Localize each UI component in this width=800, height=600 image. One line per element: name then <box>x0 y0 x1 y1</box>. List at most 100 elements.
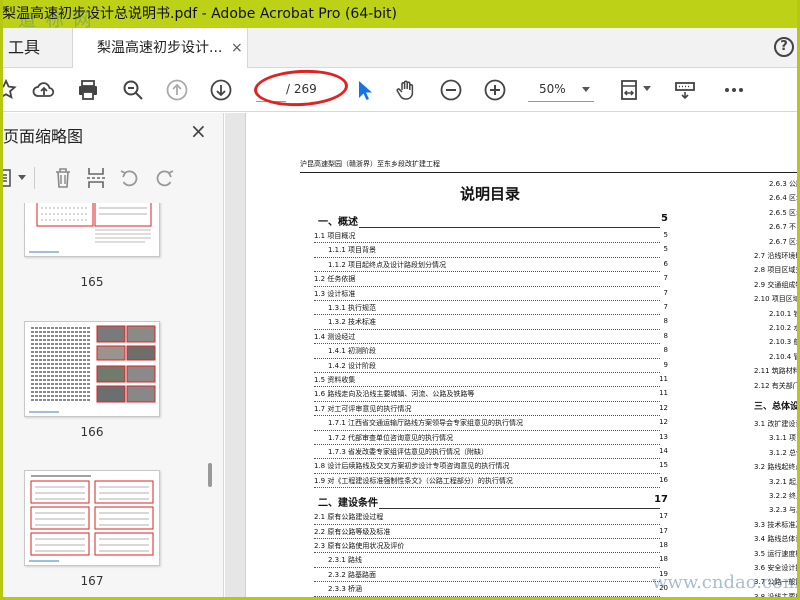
more-options-icon[interactable] <box>722 78 746 102</box>
document-view[interactable]: 沪昆高速梨园（赣浙界）至东乡段改扩建工程 说明目录 一、概述 5 1.1 项目概况 5… <box>225 113 800 600</box>
toc-entry-page: 17 <box>653 494 668 506</box>
tab-tools[interactable]: 工具 <box>8 28 40 68</box>
toc-entry[interactable]: 1.1.2 项目起终点及设计路段划分情况 6 <box>314 259 668 274</box>
toc-entry-label: 2.2 原有公路等级及标准 <box>314 526 392 537</box>
toc-entry[interactable]: 3.1.2 总体设 <box>769 448 800 458</box>
page-options-chevron-icon[interactable] <box>18 175 26 181</box>
toc-entry[interactable]: 2.10.2 水路 <box>769 323 800 333</box>
toc-entry-page: 8 <box>662 346 668 355</box>
help-icon[interactable]: ? <box>774 37 794 57</box>
toc-entry[interactable]: 1.4 测设经过 8 <box>314 331 668 346</box>
toc-entry[interactable]: 2.3.2 路基路面 19 <box>314 569 668 584</box>
toc-leader <box>314 458 660 460</box>
rotate-left-icon[interactable] <box>119 167 141 189</box>
zoom-in-icon[interactable] <box>483 78 507 102</box>
toc-entry[interactable]: 1.6 路线走向及沿线主要城镇、河流、公路及铁路等 11 <box>314 389 668 403</box>
toc-entry[interactable]: 3.7 公路一般路段 <box>754 577 800 587</box>
toc-entry[interactable]: 3.6 安全设计措施 <box>754 563 800 573</box>
toc-entry[interactable]: 3.1.1 项目 <box>769 433 800 443</box>
thumbnail-page-165[interactable] <box>24 203 160 257</box>
toc-leader <box>314 595 660 597</box>
page-number-input[interactable] <box>256 76 286 102</box>
toc-entry[interactable]: 1.8 设计后续路线及交叉方案初步设计专项咨询意见的执行情况 15 <box>314 461 668 475</box>
zoom-search-icon[interactable] <box>121 78 145 102</box>
toc-section[interactable]: 三、总体设 <box>754 399 799 412</box>
thumbnail-label: 167 <box>80 574 104 588</box>
toc-entry[interactable]: 2.10.1 铁路 <box>769 309 800 319</box>
document-page: 沪昆高速梨园（赣浙界）至东乡段改扩建工程 说明目录 一、概述 5 1.1 项目概况 5… <box>245 113 800 600</box>
toc-entry[interactable]: 2.10 项目区域铁 <box>754 294 800 304</box>
toc-entry[interactable]: 1.4.2 设计阶段 9 <box>314 360 668 375</box>
toc-leader <box>314 242 660 244</box>
toc-entry[interactable]: 2.6.5 区域水 <box>769 208 800 218</box>
toc-entry[interactable]: 3.2.2 终点 <box>769 491 800 501</box>
window-title: 梨温高速初步设计总说明书.pdf - Adobe Acrobat Pro (64… <box>0 0 800 28</box>
zoom-out-icon[interactable] <box>439 78 463 102</box>
toc-entry[interactable]: 3.5 运行速度检验 <box>754 549 800 559</box>
toc-entry[interactable]: 1.3.2 技术标准 8 <box>314 317 668 331</box>
cloud-upload-icon[interactable] <box>32 78 56 102</box>
page-fit-chevron-icon[interactable] <box>643 86 651 92</box>
rotate-right-icon[interactable] <box>153 167 175 189</box>
toc-entry[interactable]: 2.2 原有公路等级及标准 17 <box>314 526 668 541</box>
keyboard-scroll-icon[interactable] <box>673 78 697 102</box>
toc-entry[interactable]: 2.1 原有公路建设过程 17 <box>314 512 668 526</box>
tab-close-icon[interactable]: × <box>231 28 243 68</box>
toc-leader <box>314 314 660 316</box>
page-options-icon[interactable] <box>0 167 18 189</box>
toc-entry[interactable]: 1.5 资料收集 11 <box>314 375 668 389</box>
thumbnail-page-167[interactable] <box>24 470 160 566</box>
toc-entry[interactable]: 1.7.2 代部审查单位咨询意见的执行情况 13 <box>314 432 668 447</box>
toc-entry[interactable]: 2.3.1 路线 18 <box>314 555 668 569</box>
toc-entry[interactable]: 2.8 项目区域交 <box>754 265 800 275</box>
toc-entry[interactable]: 3.4 路线总体设计 <box>754 534 800 544</box>
toc-entry[interactable]: 1.7.1 江西省交通运输厅路线方案领导会专家组意见的执行情况 12 <box>314 418 668 432</box>
toc-entry[interactable]: 3.3 技术标准及主 <box>754 520 800 530</box>
extract-pages-icon[interactable] <box>85 166 107 190</box>
previous-page-icon[interactable] <box>165 78 189 102</box>
toc-entry[interactable]: 2.7 沿线环境敏 <box>754 251 800 261</box>
print-icon[interactable] <box>76 78 100 102</box>
document-header: 沪昆高速梨园（赣浙界）至东乡段改扩建工程 <box>300 159 800 173</box>
toc-entry[interactable]: 2.9 交通组成特 <box>754 280 800 290</box>
next-page-icon[interactable] <box>209 78 233 102</box>
select-cursor-icon[interactable] <box>352 78 376 102</box>
toc-entry[interactable]: 2.10.4 管道 <box>769 352 800 362</box>
hand-tool-icon[interactable] <box>394 78 418 102</box>
toc-section[interactable]: 一、概述 5 <box>318 213 668 231</box>
toc-entry[interactable]: 2.6.7 区域工 <box>769 237 800 247</box>
toc-entry[interactable]: 1.2 任务依据 7 <box>314 274 668 288</box>
thumbnail-scrollbar[interactable] <box>208 463 212 487</box>
toc-entry[interactable]: 2.3 原有公路使用状况及评价 18 <box>314 541 668 555</box>
toc-entry[interactable]: 1.1 项目概况 5 <box>314 231 668 245</box>
toc-entry[interactable]: 1.9 对《工程建设标准强制性条文》（公路工程部分）的执行情况 16 <box>314 475 668 490</box>
toc-entry[interactable]: 3.2 路线起终点 <box>754 462 800 472</box>
toc-entry[interactable]: 1.7 对工可评审意见的执行情况 12 <box>314 403 668 418</box>
toc-entry[interactable]: 1.4.1 初测阶段 8 <box>314 346 668 360</box>
toc-section[interactable]: 二、建设条件 17 <box>318 494 668 512</box>
toc-entry[interactable]: 2.10.3 航空 <box>769 337 800 347</box>
toc-entry[interactable]: 2.6.4 区域地 <box>769 193 800 203</box>
toc-entry[interactable]: 2.12 有关部门对 <box>754 381 800 391</box>
delete-icon[interactable] <box>52 166 74 190</box>
toc-entry[interactable]: 1.3.1 执行规范 7 <box>314 303 668 317</box>
toc-entry[interactable]: 2.6.3 公路自 <box>769 179 800 189</box>
thumbnail-page-166[interactable] <box>24 321 160 417</box>
zoom-level-select[interactable]: 50% <box>528 76 594 102</box>
star-icon[interactable] <box>0 78 18 102</box>
toc-entry[interactable]: 3.8 沿线主要桥 <box>754 592 800 600</box>
toc-entry[interactable]: 1.3 设计标准 7 <box>314 288 668 303</box>
toc-entry[interactable]: 2.3.3 桥涵 20 <box>314 584 668 598</box>
toc-entry[interactable]: 3.1 改扩建设计原 <box>754 419 800 429</box>
toc-entry[interactable]: 1.1.1 项目背景 5 <box>314 245 668 259</box>
toc-entry[interactable]: 3.2.3 与其它 <box>769 505 800 515</box>
toc-entry[interactable]: 1.7.3 省发改委专家组评估意见的执行情况（附缺） 14 <box>314 447 668 461</box>
page-preview <box>29 475 154 562</box>
toc-entry[interactable]: 3.2.1 起点 <box>769 477 800 487</box>
toc-entry[interactable]: 2.6.7 不良地 <box>769 222 800 232</box>
page-fit-icon[interactable] <box>618 78 642 102</box>
toc-leader <box>314 487 660 489</box>
tab-document[interactable]: 梨温高速初步设计... × <box>72 28 248 69</box>
toc-entry[interactable]: 2.11 筑路材料供 <box>754 366 800 376</box>
panel-close-icon[interactable]: × <box>190 119 207 143</box>
